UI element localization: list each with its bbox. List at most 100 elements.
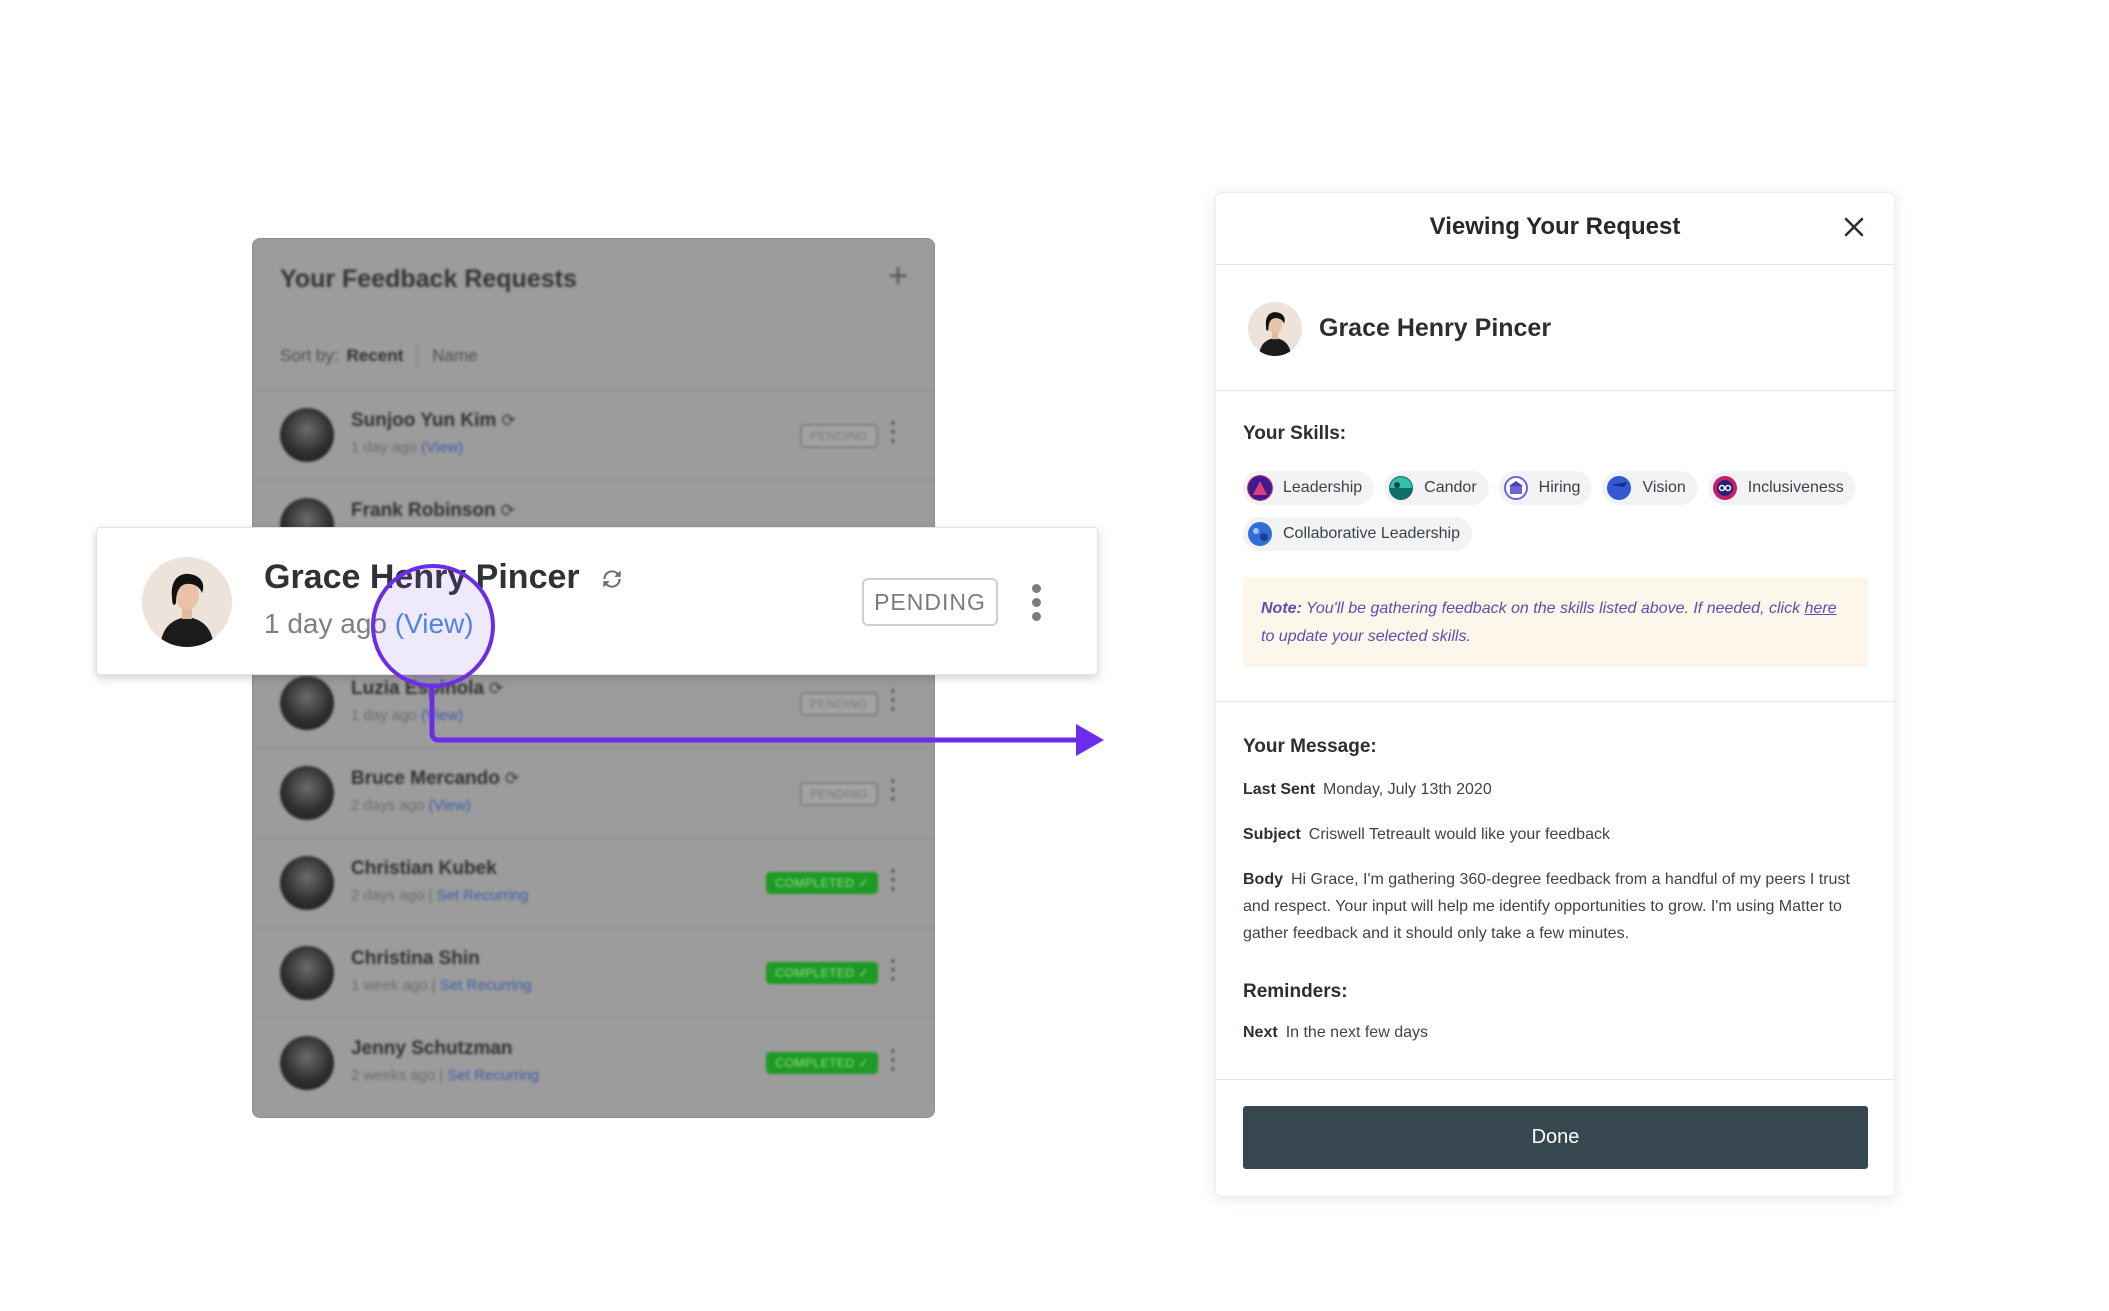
status-badge: PENDING	[862, 578, 998, 626]
close-icon[interactable]	[1842, 215, 1866, 239]
check-circle-icon: ✓	[858, 876, 869, 890]
list-item[interactable]: Christian Kubek 2 days ago | Set Recurri…	[253, 837, 934, 927]
hiring-icon	[1503, 475, 1529, 501]
body-row: Body Hi Grace, I'm gathering 360-degree f…	[1243, 866, 1873, 947]
list-item[interactable]: Jenny Schutzman 2 weeks ago | Set Recurr…	[253, 1017, 934, 1107]
body-value: Hi Grace, I'm gathering 360-degree feedb…	[1243, 871, 1850, 942]
sync-icon: ⟳	[489, 679, 504, 698]
view-link[interactable]: (View)	[421, 707, 463, 724]
sync-icon	[603, 570, 621, 588]
more-options-icon[interactable]: ⋮	[880, 776, 906, 802]
request-time: 1 day ago	[264, 608, 387, 639]
set-recurring-link[interactable]: Set Recurring	[437, 887, 529, 904]
modal-person-row: Grace Henry Pincer	[1216, 265, 1894, 391]
view-link[interactable]: (View)	[421, 439, 463, 456]
set-recurring-link[interactable]: Set Recurring	[440, 977, 532, 994]
avatar	[280, 946, 334, 1000]
note-text: You'll be gathering feedback on the skil…	[1301, 600, 1805, 617]
avatar	[280, 856, 334, 910]
list-item[interactable]: Bruce Mercando ⟳ 2 days ago (View) PENDIN…	[253, 747, 934, 837]
list-item-time: 1 week ago |	[351, 977, 436, 994]
skill-label: Collaborative Leadership	[1283, 525, 1460, 542]
list-item[interactable]: Sunjoo Yun Kim ⟳ 1 day ago (View) PENDING…	[253, 389, 934, 479]
status-badge: COMPLETED ✓	[766, 1052, 878, 1074]
person-portrait-icon	[1248, 302, 1302, 356]
avatar	[142, 557, 232, 647]
skill-label: Inclusiveness	[1747, 479, 1844, 496]
note-text: to update your selected skills.	[1261, 628, 1471, 645]
check-circle-icon: ✓	[858, 1056, 869, 1070]
status-badge: PENDING	[799, 692, 878, 716]
list-item[interactable]: Christina Shin 1 week ago | Set Recurrin…	[253, 927, 934, 1017]
avatar	[280, 676, 334, 730]
set-recurring-link[interactable]: Set Recurring	[447, 1067, 539, 1084]
list-item-name: Christina Shin	[351, 948, 480, 969]
last-sent-key: Last Sent	[1243, 781, 1316, 798]
feedback-requests-panel: Your Feedback Requests + Sort by: Recent…	[252, 238, 935, 1118]
done-button[interactable]: Done	[1243, 1106, 1868, 1169]
modal-title: Viewing Your Request	[1429, 213, 1681, 240]
next-reminder-row: Next In the next few days	[1243, 1019, 1873, 1046]
more-options-icon[interactable]: ⋮	[880, 866, 906, 892]
update-skills-link[interactable]: here	[1805, 600, 1837, 617]
list-item-name-text: Sunjoo Yun Kim	[351, 410, 497, 431]
sort-divider	[417, 345, 419, 367]
status-badge: COMPLETED ✓	[766, 872, 878, 894]
list-item-time: 2 weeks ago |	[351, 1067, 444, 1084]
skills-heading: Your Skills:	[1243, 423, 1347, 444]
skills-note: Note: You'll be gathering feedback on th…	[1243, 577, 1868, 667]
subject-value: Criswell Tetreault would like your feedb…	[1308, 826, 1610, 843]
status-badge-text: COMPLETED	[775, 966, 855, 980]
more-options-icon[interactable]: ⋮	[880, 686, 906, 712]
section-divider	[1216, 1079, 1894, 1080]
list-item-meta: 2 weeks ago | Set Recurring	[351, 1067, 539, 1084]
list-item-meta: 1 day ago (View)	[351, 707, 463, 724]
click-indicator-circle	[371, 564, 495, 688]
list-item-time: 1 day ago	[351, 707, 417, 724]
sync-icon: ⟳	[500, 501, 515, 520]
skill-label: Vision	[1642, 479, 1686, 496]
skill-label: Leadership	[1283, 479, 1363, 496]
more-options-icon[interactable]: ⋮	[880, 1046, 906, 1072]
check-circle-icon: ✓	[858, 966, 869, 980]
last-sent-value: Monday, July 13th 2020	[1323, 781, 1492, 798]
skill-chip-vision: Vision	[1602, 471, 1698, 505]
view-link[interactable]: (View)	[429, 797, 471, 814]
sort-name-option[interactable]: Name	[432, 346, 477, 366]
status-badge-text: COMPLETED	[775, 876, 855, 890]
avatar	[1248, 302, 1302, 356]
more-options-icon[interactable]	[1032, 584, 1042, 626]
inclusiveness-icon	[1712, 475, 1738, 501]
list-item-name: Sunjoo Yun Kim ⟳	[351, 410, 516, 432]
list-item-name: Christian Kubek	[351, 858, 497, 879]
list-item-meta: 1 week ago | Set Recurring	[351, 977, 532, 994]
next-value: In the next few days	[1285, 1024, 1428, 1041]
skill-chip-leadership: Leadership	[1243, 471, 1375, 505]
avatar	[280, 766, 334, 820]
vision-icon	[1606, 475, 1632, 501]
sync-icon: ⟳	[501, 411, 516, 430]
note-label: Note:	[1261, 600, 1302, 617]
subject-key: Subject	[1243, 826, 1301, 843]
skill-label: Hiring	[1538, 479, 1581, 496]
skill-chip-hiring: Hiring	[1498, 471, 1593, 505]
sort-recent-option[interactable]: Recent	[347, 346, 404, 366]
reminders-heading: Reminders:	[1243, 981, 1348, 1002]
more-options-icon[interactable]: ⋮	[880, 956, 906, 982]
more-options-icon[interactable]: ⋮	[880, 418, 906, 444]
person-portrait-icon	[142, 557, 232, 647]
modal-header: Viewing Your Request	[1216, 193, 1894, 265]
plus-icon[interactable]: +	[888, 259, 908, 293]
view-request-modal: Viewing Your Request Grace Henry Pincer …	[1215, 192, 1895, 1197]
subject-row: Subject Criswell Tetreault would like you…	[1243, 821, 1873, 848]
candor-icon	[1388, 475, 1414, 501]
person-name: Grace Henry Pincer	[1319, 314, 1552, 342]
highlighted-request-card[interactable]: Grace Henry Pincer 1 day ago (View) PEND…	[96, 527, 1098, 675]
list-item-name-text: Bruce Mercando	[351, 768, 500, 789]
list-item-time: 1 day ago	[351, 439, 417, 456]
list-item-name: Frank Robinson ⟳	[351, 500, 515, 522]
list-item-meta: 1 day ago (View)	[351, 439, 463, 456]
skill-chip-inclusiveness: Inclusiveness	[1707, 471, 1856, 505]
next-key: Next	[1243, 1024, 1278, 1041]
list-item-time: 2 days ago	[351, 797, 425, 814]
